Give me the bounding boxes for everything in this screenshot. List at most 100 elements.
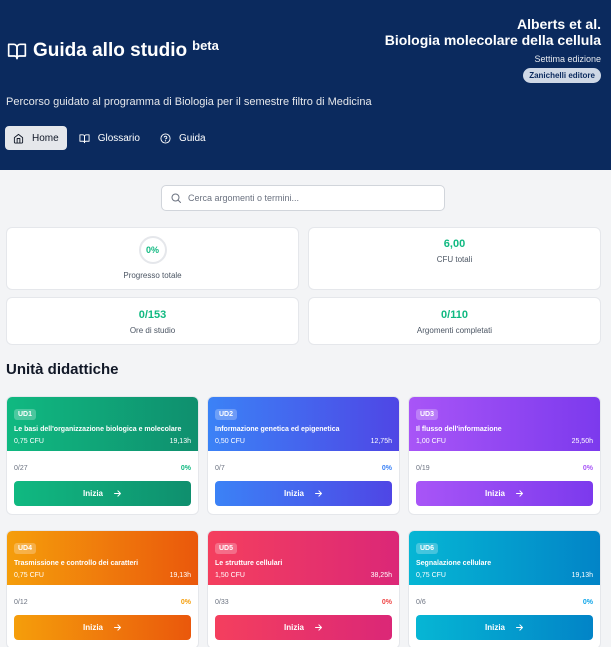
search-icon (171, 193, 181, 203)
arrow-right-icon (315, 490, 322, 497)
unit-hours: 19,13h (169, 438, 191, 445)
unit-card: UD1 Le basi dell'organizzazione biologic… (6, 396, 199, 515)
unit-hours: 19,13h (169, 572, 191, 579)
unit-hours: 19,13h (571, 572, 593, 579)
search-input[interactable] (188, 193, 428, 203)
unit-progress-count: 0/19 (416, 465, 430, 472)
unit-card-header: UD6 Segnalazione cellulare 0,75 CFU 19,13… (409, 531, 600, 585)
unit-title: Il flusso dell'informazione (416, 426, 502, 433)
unit-start-button[interactable]: Inizia (14, 481, 191, 506)
cfu-label: CFU totali (436, 255, 473, 264)
unit-progress: 0/6 0% (409, 585, 600, 606)
arrow-right-icon (114, 624, 121, 631)
arrow-right-icon (516, 490, 523, 497)
unit-start-button[interactable]: Inizia (215, 615, 392, 640)
unit-meta: 0,75 CFU 19,13h (416, 572, 593, 579)
search-bar (161, 185, 445, 211)
unit-card-header: UD1 Le basi dell'organizzazione biologic… (7, 397, 198, 451)
unit-progress: 0/12 0% (7, 585, 198, 606)
unit-card-header: UD5 Le strutture cellulari 1,50 CFU 38,25… (208, 531, 399, 585)
unit-cfu: 0,75 CFU (14, 438, 44, 445)
unit-cfu: 0,75 CFU (416, 572, 446, 579)
nav-glossario-label: Glossario (97, 132, 140, 144)
start-button-label: Inizia (484, 489, 505, 498)
beta-label: beta (192, 38, 219, 53)
arrow-right-icon (516, 624, 523, 631)
unit-meta: 0,50 CFU 12,75h (215, 438, 392, 445)
unit-cfu: 0,50 CFU (215, 438, 245, 445)
unit-code: UD6 (416, 543, 439, 554)
nav-guida[interactable]: Guida (152, 126, 214, 150)
nav-home-label: Home (32, 132, 59, 144)
progress-value: 0% (145, 245, 159, 255)
unit-card: UD3 Il flusso dell'informazione 1,00 CFU… (408, 396, 601, 515)
unit-progress-percent: 0% (180, 465, 191, 472)
unit-meta: 1,50 CFU 38,25h (215, 572, 392, 579)
unit-cfu: 1,50 CFU (215, 572, 245, 579)
app-title: Guida allo studio (33, 40, 188, 61)
book-edition: Settima edizione (534, 54, 601, 64)
hours-label: Ore di studio (129, 326, 176, 335)
topics-label: Argomenti completati (416, 326, 493, 335)
unit-progress-percent: 0% (381, 465, 392, 472)
book-icon (79, 133, 90, 143)
page-subtitle: Percorso guidato al programma di Biologi… (6, 96, 372, 108)
unit-code: UD1 (14, 409, 37, 420)
unit-meta: 1,00 CFU 25,50h (416, 438, 593, 445)
main-nav: Home Glossario Guida (5, 126, 214, 150)
unit-start-button[interactable]: Inizia (416, 615, 593, 640)
unit-card: UD5 Le strutture cellulari 1,50 CFU 38,25… (207, 530, 400, 647)
unit-progress: 0/7 0% (208, 451, 399, 472)
hours-value: 0/153 (138, 309, 167, 321)
nav-home[interactable]: Home (5, 126, 67, 150)
progress-ring: 0% (138, 236, 167, 264)
unit-card: UD2 Informazione genetica ed epigenetica… (207, 396, 400, 515)
unit-start-button[interactable]: Inizia (215, 481, 392, 506)
arrow-right-icon (114, 490, 121, 497)
unit-card: UD4 Trasmissione e controllo dei caratte… (6, 530, 199, 647)
stat-progress: 0% Progresso totale (6, 227, 299, 290)
brand[interactable]: Guida allo studio beta (7, 38, 219, 64)
unit-card-header: UD3 Il flusso dell'informazione 1,00 CFU… (409, 397, 600, 451)
unit-progress-percent: 0% (381, 599, 392, 606)
unit-card: UD6 Segnalazione cellulare 0,75 CFU 19,13… (408, 530, 601, 647)
nav-glossario[interactable]: Glossario (71, 126, 148, 150)
book-title: Biologia molecolare della cellula (384, 32, 601, 48)
unit-title: Le strutture cellulari (215, 560, 283, 567)
unit-card-header: UD4 Trasmissione e controllo dei caratte… (7, 531, 198, 585)
unit-code: UD5 (215, 543, 238, 554)
unit-code: UD3 (416, 409, 439, 420)
unit-progress-count: 0/12 (14, 599, 28, 606)
start-button-label: Inizia (82, 489, 103, 498)
unit-hours: 12,75h (370, 438, 392, 445)
unit-card-header: UD2 Informazione genetica ed epigenetica… (208, 397, 399, 451)
start-button-label: Inizia (283, 623, 304, 632)
start-button-label: Inizia (283, 489, 304, 498)
stat-cfu: 6,00 CFU totali (308, 227, 601, 290)
unit-code: UD2 (215, 409, 238, 420)
unit-progress-percent: 0% (582, 599, 593, 606)
unit-progress-count: 0/27 (14, 465, 28, 472)
topics-value: 0/110 (441, 309, 468, 321)
unit-progress: 0/27 0% (7, 451, 198, 472)
book-info: Alberts et al. Biologia molecolare della… (385, 16, 601, 83)
unit-start-button[interactable]: Inizia (416, 481, 593, 506)
start-button-label: Inizia (82, 623, 103, 632)
unit-progress-count: 0/7 (215, 465, 225, 472)
unit-progress-percent: 0% (582, 465, 593, 472)
unit-progress-percent: 0% (180, 599, 191, 606)
unit-meta: 0,75 CFU 19,13h (14, 572, 191, 579)
header: Guida allo studio beta Alberts et al. Bi… (0, 0, 611, 170)
unit-meta: 0,75 CFU 19,13h (14, 438, 191, 445)
unit-title: Trasmissione e controllo dei caratteri (14, 560, 139, 567)
progress-label: Progresso totale (123, 271, 182, 280)
help-circle-icon (160, 132, 171, 144)
unit-hours: 25,50h (571, 438, 593, 445)
publisher-badge: Zanichelli editore (523, 68, 601, 83)
unit-hours: 38,25h (370, 572, 392, 579)
open-book-icon (7, 43, 27, 60)
cfu-value: 6,00 (443, 238, 466, 250)
unit-progress: 0/19 0% (409, 451, 600, 472)
unit-progress-count: 0/33 (215, 599, 229, 606)
unit-start-button[interactable]: Inizia (14, 615, 191, 640)
